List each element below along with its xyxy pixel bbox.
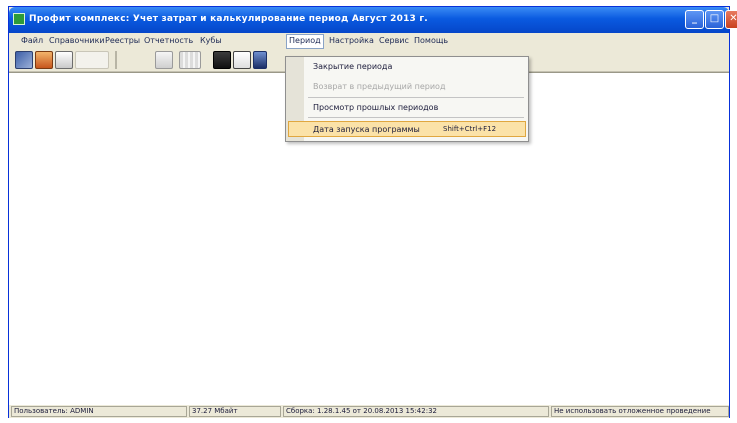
menu-reports[interactable]: Отчетность <box>144 35 193 47</box>
document-icon[interactable] <box>55 51 73 69</box>
menu-registers[interactable]: Реестры <box>105 35 140 47</box>
minimize-button[interactable]: _ <box>685 10 704 29</box>
period-dropdown-menu: Закрытие периода Возврат в предыдущий пе… <box>285 56 529 142</box>
status-version: Сборка: 1.28.1.45 от 20.08.2013 15:42:32 <box>283 406 549 417</box>
menu-item-return-previous-period[interactable]: Возврат в предыдущий период <box>313 82 445 91</box>
page-icon[interactable] <box>233 51 251 69</box>
menu-help[interactable]: Помощь <box>414 35 448 47</box>
title-bar[interactable]: Профит комплекс: Учет затрат и калькулир… <box>9 7 737 33</box>
menu-separator <box>308 117 524 118</box>
menu-item-view-past-periods[interactable]: Просмотр прошлых периодов <box>313 103 438 112</box>
menu-file[interactable]: Файл <box>21 35 43 47</box>
menu-item-launch-date-label: Дата запуска программы <box>313 125 420 134</box>
toolbar-separator <box>115 51 117 69</box>
menu-item-launch-date-shortcut: Shift+Ctrl+F12 <box>443 125 497 133</box>
status-mode: Не использовать отложенное проведение <box>551 406 729 417</box>
status-user: Пользователь: ADMIN <box>11 406 187 417</box>
menu-service[interactable]: Сервис <box>379 35 409 47</box>
book-icon[interactable] <box>15 51 33 69</box>
maximize-button[interactable]: □ <box>705 10 724 29</box>
person-icon[interactable] <box>35 51 53 69</box>
blank-icon[interactable] <box>75 51 109 69</box>
status-bar: Пользователь: ADMIN 37.27 Мбайт Сборка: … <box>9 405 729 418</box>
menu-directories[interactable]: Справочники <box>49 35 105 47</box>
close-button[interactable]: ✕ <box>725 10 737 29</box>
menu-cubes[interactable]: Кубы <box>200 35 222 47</box>
refresh-icon[interactable] <box>253 51 267 69</box>
calculator-icon[interactable] <box>213 51 231 69</box>
app-icon <box>13 13 25 25</box>
menu-settings[interactable]: Настройка <box>329 35 374 47</box>
status-memory: 37.27 Мбайт <box>189 406 281 417</box>
menu-bar: Файл Справочники Реестры Отчетность Кубы… <box>9 33 729 49</box>
window-title: Профит комплекс: Учет затрат и калькулир… <box>29 14 428 24</box>
search-icon[interactable] <box>155 51 173 69</box>
menu-separator <box>308 97 524 98</box>
menu-period[interactable]: Период <box>286 34 324 49</box>
menu-item-close-period[interactable]: Закрытие периода <box>313 62 392 71</box>
grid-icon[interactable] <box>179 51 201 69</box>
